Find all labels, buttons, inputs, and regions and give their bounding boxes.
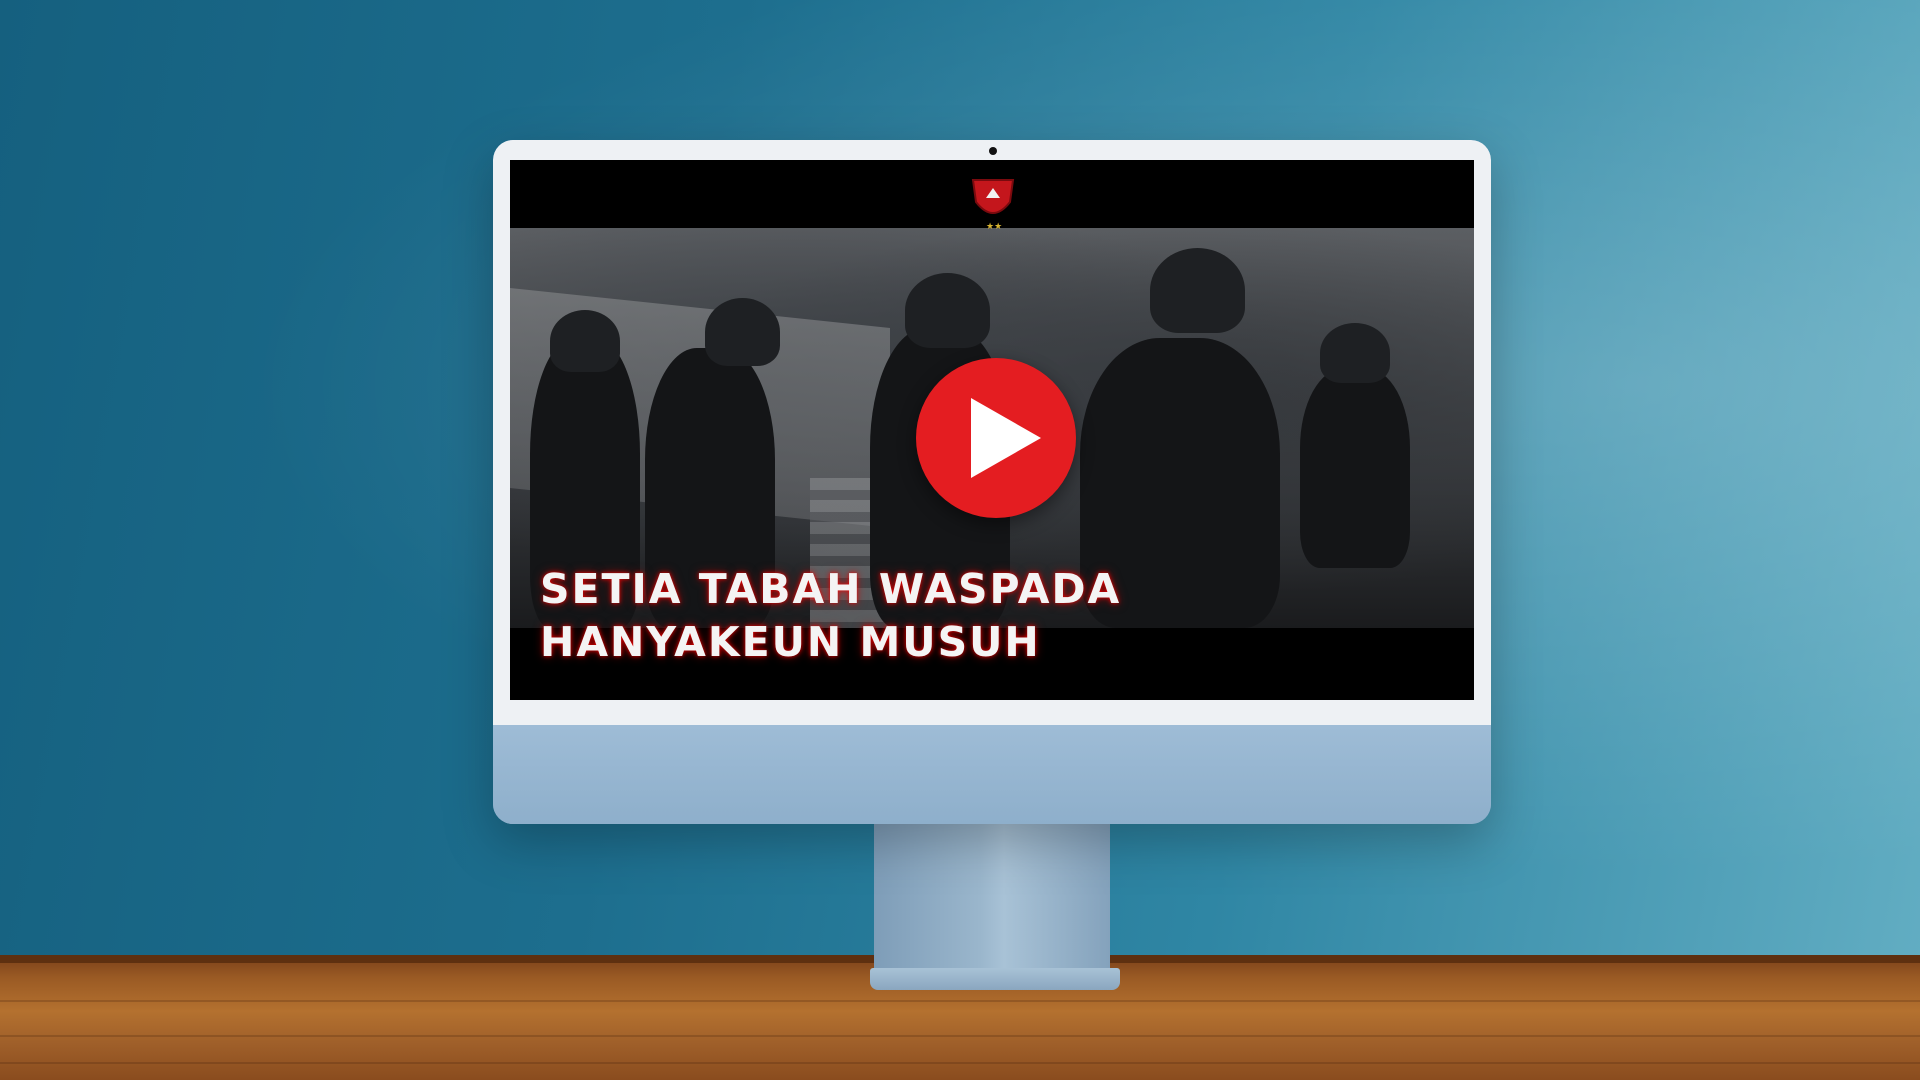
desk-grain — [0, 1000, 1920, 1002]
monitor-chin — [493, 725, 1491, 824]
play-icon — [971, 398, 1041, 478]
soldier-helmet — [705, 298, 780, 366]
monitor-stand-foot — [870, 968, 1120, 990]
imac-monitor: ★★ SETIA TABAH WASPADA HANYAKEUN MUSUH — [493, 140, 1491, 824]
video-thumbnail[interactable]: ★★ SETIA TABAH WASPADA HANYAKEUN MUSUH — [510, 160, 1474, 700]
soldier-helmet — [905, 273, 990, 348]
soldier-helmet — [1320, 323, 1390, 383]
video-caption-line-1: SETIA TABAH WASPADA — [540, 565, 1122, 613]
scene-background: ★★ SETIA TABAH WASPADA HANYAKEUN MUSUH — [0, 0, 1920, 1080]
webcam-icon — [989, 147, 997, 155]
monitor-stand — [874, 822, 1110, 982]
desk-grain — [0, 1062, 1920, 1064]
desk-grain — [0, 1035, 1920, 1037]
play-button[interactable] — [916, 358, 1076, 518]
monitor-bezel: ★★ SETIA TABAH WASPADA HANYAKEUN MUSUH — [493, 140, 1491, 725]
soldier-helmet — [550, 310, 620, 372]
svg-text:★★: ★★ — [986, 222, 1002, 232]
video-caption-line-2: HANYAKEUN MUSUH — [540, 618, 1041, 666]
soldier-figure — [1300, 368, 1410, 568]
unit-emblem-icon: ★★ — [971, 179, 1015, 232]
soldier-helmet — [1150, 248, 1245, 333]
